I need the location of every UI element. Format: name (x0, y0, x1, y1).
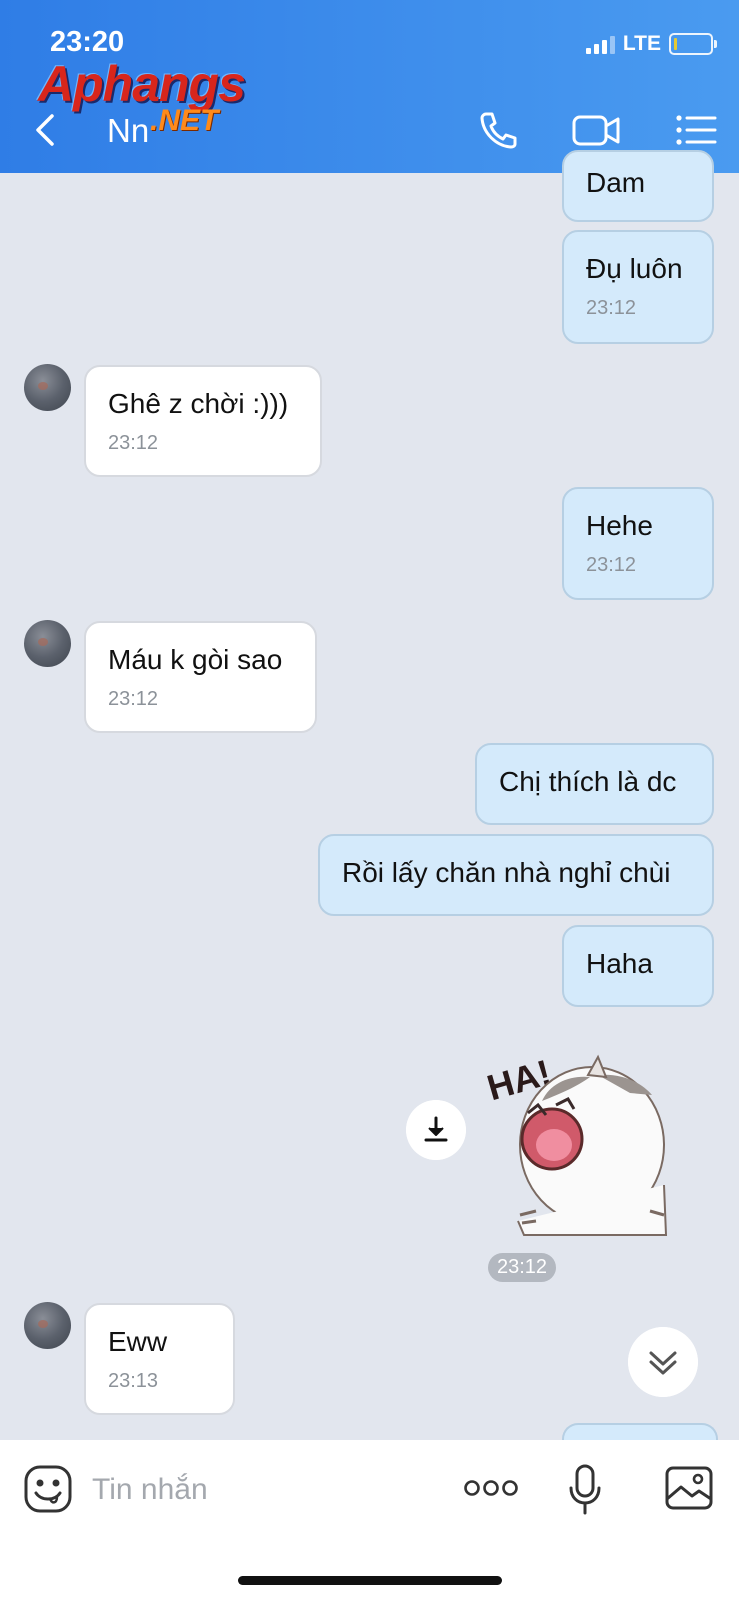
message-bubble-outgoing[interactable]: Rồi lấy chăn nhà nghỉ chùi (318, 834, 714, 916)
message-text: Đụ luôn (586, 253, 683, 284)
message-time: 23:12 (586, 296, 637, 319)
sticker-time: 23:12 (488, 1253, 556, 1282)
watermark-logo-suffix: .NET (150, 104, 219, 137)
message-text: Ghê z chời :))) (108, 388, 289, 419)
cat-sticker[interactable]: HA! (480, 1035, 690, 1245)
message-bubble-outgoing[interactable]: Haha (562, 925, 714, 1007)
message-text: Rồi lấy chăn nhà nghỉ chùi (342, 857, 671, 888)
message-time: 23:12 (586, 553, 637, 576)
emoji-icon[interactable] (23, 1464, 73, 1514)
message-time: 23:13 (108, 1369, 159, 1392)
network-type: LTE (622, 32, 661, 55)
message-bubble-outgoing[interactable]: Đụ luôn 23:12 (562, 230, 714, 344)
download-icon[interactable] (406, 1100, 466, 1160)
message-bubble-incoming[interactable]: Máu k gòi sao 23:12 (84, 621, 317, 733)
phone-icon[interactable] (476, 108, 522, 152)
chat-title[interactable]: Nn (107, 112, 149, 150)
battery-icon (669, 33, 717, 55)
video-icon[interactable] (571, 108, 623, 152)
mic-icon[interactable] (568, 1464, 602, 1516)
image-icon[interactable] (664, 1465, 714, 1511)
message-text: Eww (108, 1326, 168, 1357)
signal-icon (585, 34, 615, 54)
back-icon[interactable] (30, 112, 60, 148)
message-input[interactable] (90, 1466, 434, 1514)
message-time: 23:12 (108, 687, 159, 710)
more-icon[interactable] (463, 1476, 519, 1500)
message-text: Hehe (586, 510, 653, 541)
chevron-double-down-icon[interactable] (628, 1327, 698, 1397)
avatar[interactable] (24, 620, 71, 667)
home-indicator (238, 1576, 502, 1585)
chat-header: 23:20 LTE Aphangs .NET Nn (0, 0, 739, 173)
menu-list-icon[interactable] (674, 108, 718, 152)
message-bubble-outgoing[interactable]: Chị thích là dc (475, 743, 714, 825)
message-bubble-outgoing[interactable]: Hehe 23:12 (562, 487, 714, 600)
avatar[interactable] (24, 364, 71, 411)
message-bubble-incoming[interactable]: Ghê z chời :))) 23:12 (84, 365, 322, 477)
status-indicators: LTE (585, 32, 717, 56)
message-text: Máu k gòi sao (108, 644, 283, 675)
message-time: 23:12 (108, 431, 159, 454)
message-bubble-outgoing[interactable]: Dam (562, 150, 714, 222)
avatar[interactable] (24, 1302, 71, 1349)
message-input-bar (0, 1440, 739, 1600)
message-bubble-incoming[interactable]: Eww 23:13 (84, 1303, 235, 1415)
message-text: Chị thích là dc (499, 766, 677, 797)
message-text: Dam (586, 167, 646, 198)
message-text: Haha (586, 948, 653, 979)
